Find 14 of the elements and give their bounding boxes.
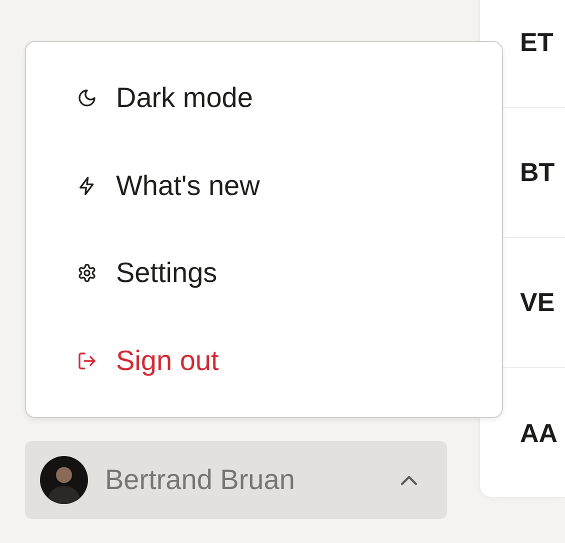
menu-item[interactable]: Settings bbox=[26, 230, 502, 318]
moon-icon bbox=[77, 88, 97, 108]
sign-out-icon bbox=[77, 351, 97, 372]
row-label: AA bbox=[520, 418, 558, 448]
row-label: BT bbox=[520, 157, 555, 188]
avatar bbox=[40, 456, 88, 504]
row-label: VE bbox=[520, 287, 555, 318]
settings-icon bbox=[77, 263, 97, 284]
chevron-up-icon bbox=[399, 474, 419, 486]
row-label: ET bbox=[520, 27, 554, 58]
user-name: Bertrand Bruan bbox=[105, 464, 296, 496]
menu-item[interactable]: Sign out bbox=[26, 317, 502, 405]
menu-item[interactable]: What's new bbox=[26, 142, 502, 230]
menu-item[interactable]: Dark mode bbox=[26, 54, 502, 142]
